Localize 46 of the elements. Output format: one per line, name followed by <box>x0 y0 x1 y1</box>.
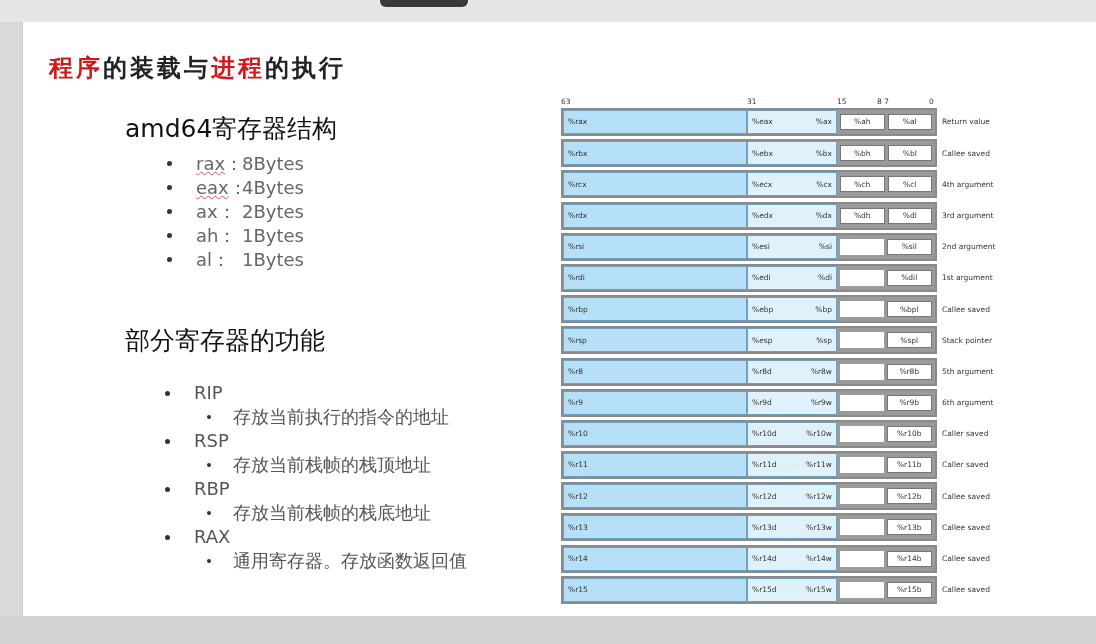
register-size: 2Bytes <box>242 199 304 224</box>
register-name: al： <box>196 247 232 272</box>
section-heading: amd64寄存器结构 <box>125 113 339 145</box>
empty-register-box <box>840 581 884 598</box>
register-description: 存放当前栈帧的栈底地址 <box>233 501 431 525</box>
register-name: ah： <box>196 223 238 248</box>
bullet-icon <box>167 257 172 262</box>
empty-register-box <box>840 488 884 505</box>
empty-register-box <box>840 519 884 536</box>
empty-register-box <box>840 238 884 255</box>
register-label: RIP <box>194 381 223 405</box>
register-name: rax： <box>196 151 242 176</box>
bullet-icon <box>165 486 170 492</box>
slide-title: 程序的装载与进程的执行 <box>49 53 347 84</box>
register-description: 存放当前执行的指令的地址 <box>233 405 449 429</box>
register-name: eax： <box>196 175 242 200</box>
bullet-icon <box>165 438 170 444</box>
register-size: 8Bytes <box>242 151 304 176</box>
empty-register-box <box>840 332 884 349</box>
register-description: 通用寄存器。存放函数返回值 <box>233 549 467 573</box>
bullet-icon <box>167 185 172 190</box>
register-description: 存放当前栈帧的栈顶地址 <box>233 453 431 477</box>
bullet-icon <box>207 415 211 419</box>
empty-register-box <box>840 425 884 442</box>
empty-register-box <box>840 301 884 318</box>
bullet-icon <box>207 463 211 467</box>
bullet-icon <box>207 511 211 515</box>
empty-register-box <box>840 363 884 380</box>
bullet-icon <box>165 534 170 540</box>
bullet-icon <box>207 559 211 563</box>
bullet-icon <box>167 161 172 166</box>
bullet-icon <box>167 233 172 238</box>
register-label: RBP <box>194 477 230 501</box>
register-name: ax： <box>196 199 237 224</box>
empty-register-box <box>840 550 884 567</box>
register-size: 1Bytes <box>242 223 304 248</box>
bullet-icon <box>167 209 172 214</box>
empty-register-box <box>840 394 884 411</box>
empty-register-box <box>840 457 884 474</box>
register-label: RSP <box>194 429 229 453</box>
bullet-icon <box>165 390 170 396</box>
register-size: 1Bytes <box>242 247 304 272</box>
register-label: RAX <box>194 525 231 549</box>
empty-register-box <box>840 269 884 286</box>
register-size: 4Bytes <box>242 175 304 200</box>
section-heading: 部分寄存器的功能 <box>125 324 326 357</box>
